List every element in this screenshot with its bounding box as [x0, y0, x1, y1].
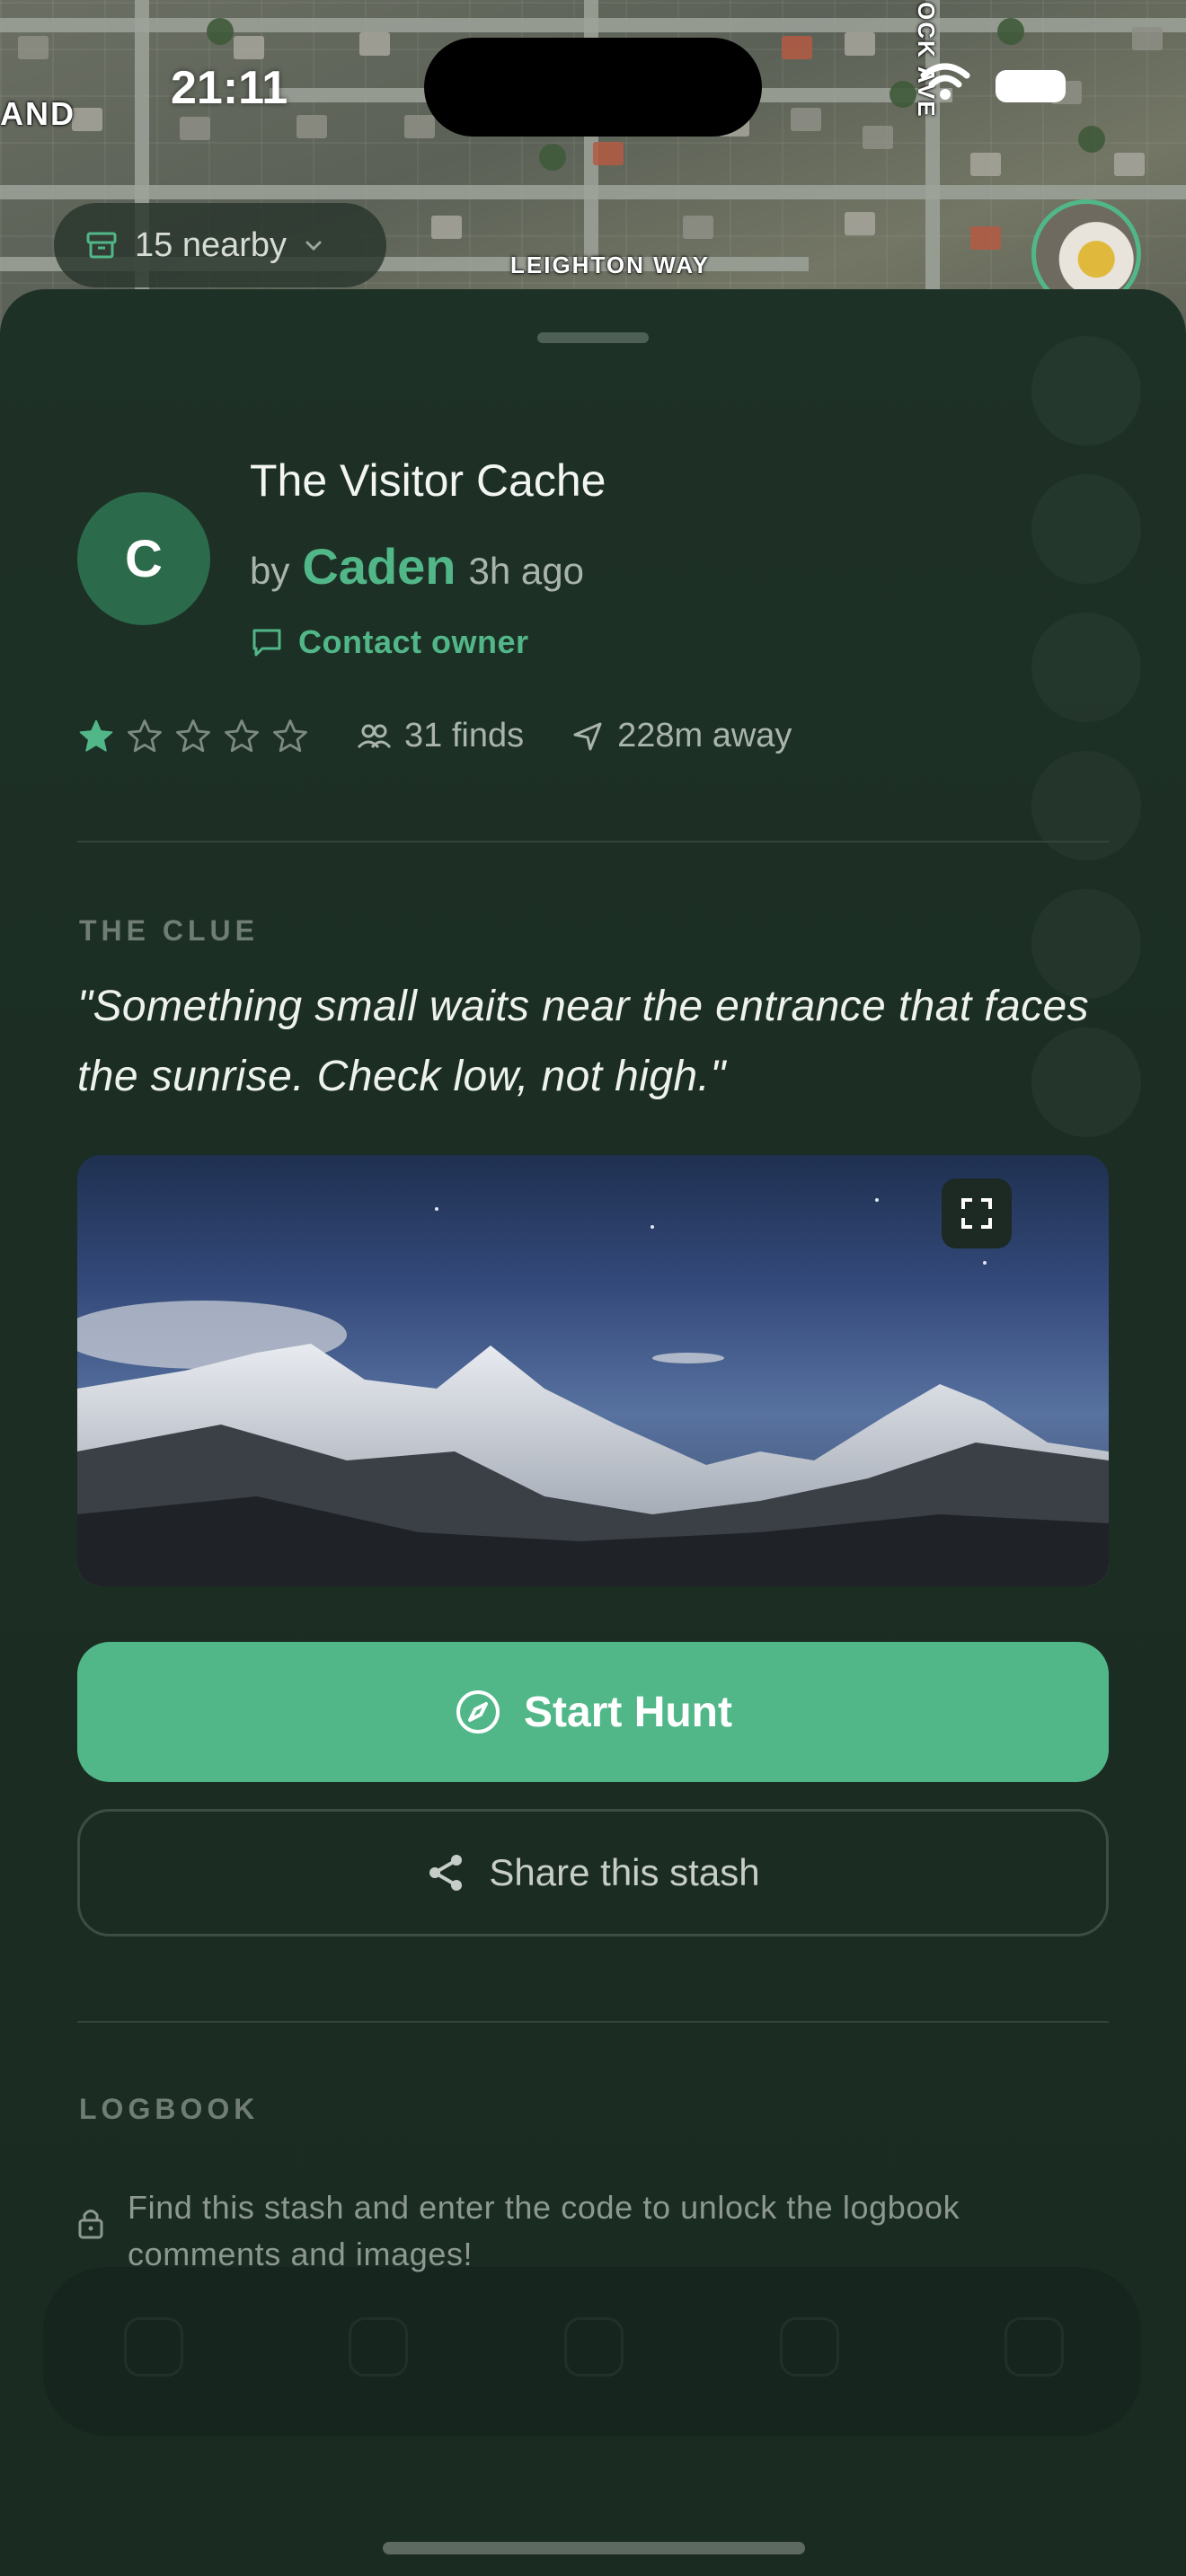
stash-detail-sheet: C The Visitor Cache by Caden 3h ago Cont…	[0, 289, 1186, 2576]
byline: by Caden 3h ago	[250, 537, 584, 595]
street-label-ock-ave: OCK AVE	[913, 2, 940, 119]
tab-ghost	[124, 2317, 183, 2377]
clue-section-label: THE CLUE	[79, 914, 259, 947]
posted-ago: 3h ago	[468, 550, 584, 592]
battery-icon	[996, 70, 1066, 102]
tab-bar	[43, 2267, 1141, 2436]
chevron-down-icon	[305, 241, 322, 251]
share-icon	[429, 1855, 463, 1891]
distance-value: 228m away	[617, 717, 792, 754]
nearby-filter-button[interactable]: 15 nearby	[54, 203, 386, 287]
rail-compass-button	[1031, 336, 1141, 446]
tab-ghost	[780, 2317, 839, 2377]
tab-ghost	[564, 2317, 624, 2377]
users-icon	[357, 724, 392, 748]
tab-ghost	[1005, 2317, 1064, 2377]
tab-ghost	[349, 2317, 408, 2377]
star-rating	[77, 718, 320, 755]
star-empty-icon	[128, 719, 162, 752]
distance-stat: 228m away	[571, 717, 792, 755]
divider	[77, 2021, 1109, 2023]
nearby-count: 15 nearby	[135, 225, 288, 264]
owner-name-link[interactable]: Caden	[302, 537, 456, 595]
contact-owner-label: Contact owner	[298, 623, 529, 660]
rail-layers-button	[1031, 474, 1141, 584]
status-time: 21:11	[171, 62, 288, 114]
expand-photo-button[interactable]	[942, 1178, 1012, 1248]
chat-bubble-icon	[252, 629, 281, 657]
divider	[77, 841, 1109, 842]
sheet-drag-handle[interactable]	[537, 332, 649, 343]
star-empty-icon	[273, 719, 307, 752]
wifi-icon	[920, 63, 970, 100]
finds-stat: 31 finds	[356, 717, 524, 755]
start-hunt-button[interactable]: Start Hunt	[77, 1642, 1109, 1782]
stats-row: 31 finds 228m away	[77, 717, 792, 755]
cache-box-icon	[86, 232, 117, 259]
owner-avatar[interactable]: C	[77, 492, 210, 625]
street-label-leighton-way: LEIGHTON WAY	[510, 251, 710, 278]
contact-owner-button[interactable]: Contact owner	[250, 623, 529, 661]
rail-bag-button	[1031, 751, 1141, 860]
compass-icon	[456, 1690, 500, 1734]
expand-icon	[961, 1198, 992, 1229]
finds-count: 31 finds	[404, 717, 525, 754]
share-stash-button[interactable]: Share this stash	[77, 1809, 1109, 1936]
logbook-locked-text: Find this stash and enter the code to un…	[128, 2189, 960, 2272]
share-label: Share this stash	[489, 1851, 760, 1893]
dynamic-island	[424, 38, 762, 137]
start-hunt-label: Start Hunt	[524, 1688, 732, 1736]
star-empty-icon	[225, 719, 259, 752]
navigation-arrow-icon	[573, 722, 602, 750]
by-prefix: by	[250, 550, 290, 592]
rail-trophy-button	[1031, 613, 1141, 722]
lock-icon	[78, 2210, 103, 2239]
street-label-and: AND	[0, 95, 75, 132]
stash-title: The Visitor Cache	[250, 455, 606, 506]
home-indicator	[383, 2542, 805, 2554]
star-filled-icon	[79, 719, 113, 752]
logbook-section-label: LOGBOOK	[79, 2093, 260, 2125]
logbook-locked-note: Find this stash and enter the code to un…	[77, 2184, 1084, 2278]
clue-text: "Something small waits near the entrance…	[77, 983, 1090, 1100]
star-empty-icon	[176, 719, 210, 752]
